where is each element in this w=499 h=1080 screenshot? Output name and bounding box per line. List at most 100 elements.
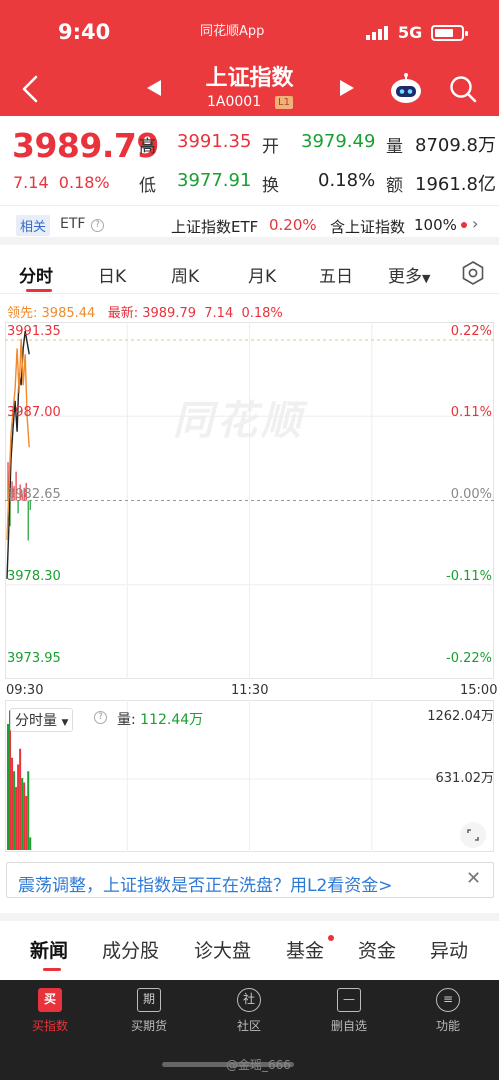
tab-movement[interactable]: 异动 xyxy=(430,936,468,963)
nav-buy-index[interactable]: 买 买指数 xyxy=(10,988,90,1034)
nav-community[interactable]: 社 社区 xyxy=(209,988,289,1034)
tab-week-k[interactable]: 周K xyxy=(171,262,199,287)
latest-change: 7.14 xyxy=(204,306,234,321)
robot-assistant-icon[interactable] xyxy=(388,72,424,106)
nav-buy-futures[interactable]: 期 买期货 xyxy=(109,988,189,1034)
stock-code: 1A0001 xyxy=(207,94,262,110)
tab-day-k[interactable]: 日K xyxy=(98,262,126,287)
help-icon[interactable]: ? xyxy=(94,711,107,724)
nav-label: 删自选 xyxy=(330,1019,367,1033)
y-label-low: 3973.95 xyxy=(7,651,61,666)
volume-max-label: 1262.04万 xyxy=(427,709,494,724)
help-icon[interactable]: ? xyxy=(91,219,104,232)
etf-name[interactable]: 上证指数ETF xyxy=(171,216,258,237)
nav-label: 功能 xyxy=(435,1019,460,1033)
y-pct-high: 0.22% xyxy=(450,324,492,339)
tab-intraday[interactable]: 分时 xyxy=(19,262,53,287)
battery-icon xyxy=(431,25,468,41)
level-badge: L1 xyxy=(275,96,293,109)
tab-capital[interactable]: 资金 xyxy=(358,936,396,963)
menu-icon: ≡ xyxy=(436,988,460,1012)
next-stock-button[interactable] xyxy=(338,78,356,98)
nav-functions[interactable]: ≡ 功能 xyxy=(408,988,488,1034)
volume-mid-label: 631.02万 xyxy=(435,771,495,786)
volume-bar xyxy=(29,837,32,850)
intraday-price-chart[interactable] xyxy=(5,322,494,679)
volume-chart[interactable] xyxy=(5,700,494,852)
latest-value: 3989.79 xyxy=(142,306,196,321)
chart-settings-icon[interactable] xyxy=(461,261,485,285)
search-icon[interactable] xyxy=(449,75,477,103)
app-name: 同花顺App xyxy=(200,24,265,39)
volume-bar xyxy=(23,782,26,850)
caret-down-icon: ▼ xyxy=(61,718,69,728)
volume-bar xyxy=(7,723,10,850)
related-tag: 相关 xyxy=(16,215,51,236)
tab-five-day[interactable]: 五日 xyxy=(319,262,353,287)
volume-bar xyxy=(25,795,28,850)
promo-text[interactable]: 震荡调整，上证指数是否正在洗盘？用L2看资金> xyxy=(18,871,393,896)
section-divider xyxy=(0,913,499,921)
volume-readout-value: 112.44万 xyxy=(140,712,204,728)
weibo-watermark: @金瑶_666 xyxy=(226,1058,291,1072)
nav-label: 社区 xyxy=(236,1019,261,1033)
y-pct-lower: -0.11% xyxy=(446,569,492,584)
high-value: 3991.35 xyxy=(177,131,252,152)
caret-down-icon: ▼ xyxy=(422,272,431,285)
status-time: 9:40 xyxy=(58,20,111,44)
change-value: 7.14 xyxy=(13,173,49,192)
x-label-close: 15:00 xyxy=(460,683,498,698)
buy-icon: 买 xyxy=(38,988,62,1012)
amount-value: 1961.8亿 xyxy=(415,174,496,195)
tab-news[interactable]: 新闻 xyxy=(30,936,68,963)
turnover-value: 0.18% xyxy=(318,170,376,191)
volume-bar xyxy=(19,748,22,850)
tab-more-label: 更多 xyxy=(388,267,422,287)
volume-bar xyxy=(17,764,20,850)
latest-percent: 0.18% xyxy=(241,306,283,321)
volume-bar xyxy=(13,771,16,850)
tab-diagnose[interactable]: 诊大盘 xyxy=(194,936,251,963)
tab-fund[interactable]: 基金 xyxy=(286,936,324,963)
lead-label: 领先: xyxy=(7,306,38,321)
remove-icon: — xyxy=(337,988,361,1012)
y-label-lower: 3978.30 xyxy=(7,569,61,584)
volume-indicator-select[interactable]: 分时量 ▼ xyxy=(10,708,74,732)
change-percent: 0.18% xyxy=(58,173,110,192)
close-icon[interactable]: ✕ xyxy=(466,868,481,889)
page-title: 上证指数 xyxy=(205,66,294,91)
holding-name[interactable]: 含上证指数 xyxy=(330,216,405,237)
x-label-open: 09:30 xyxy=(6,683,44,698)
chevron-right-icon[interactable]: › xyxy=(472,214,478,233)
price-change: 7.14 0.18% xyxy=(13,173,110,192)
chart-legend: 领先: 3985.44 最新: 3989.79 7.14 0.18% xyxy=(7,302,283,321)
lead-value: 3985.44 xyxy=(41,306,96,321)
low-value: 3977.91 xyxy=(177,170,252,191)
y-label-upper: 3987.00 xyxy=(7,405,61,420)
holding-percent: 100% xyxy=(414,216,457,234)
volume-readout-label: 量: xyxy=(117,712,136,728)
tab-month-k[interactable]: 月K xyxy=(248,262,276,287)
tab-components[interactable]: 成分股 xyxy=(102,936,159,963)
open-label: 开 xyxy=(262,137,279,157)
y-pct-upper: 0.11% xyxy=(450,405,492,420)
nav-label: 买指数 xyxy=(31,1019,68,1033)
active-tab-indicator xyxy=(43,968,61,971)
tab-more[interactable]: 更多▼ xyxy=(388,262,430,287)
nav-remove-watchlist[interactable]: — 删自选 xyxy=(309,988,389,1034)
open-value: 3979.49 xyxy=(301,131,376,152)
network-label: 5G xyxy=(398,23,423,42)
y-label-high: 3991.35 xyxy=(7,324,61,339)
volume-value: 8709.8万 xyxy=(415,135,496,156)
amount-label: 额 xyxy=(386,176,403,196)
latest-label: 最新: xyxy=(107,306,139,321)
volume-readout: 量: 112.44万 xyxy=(117,709,203,729)
volume-bar xyxy=(11,757,14,850)
expand-icon[interactable] xyxy=(460,822,486,848)
notification-dot xyxy=(461,222,467,228)
nav-label: 买期货 xyxy=(130,1019,167,1033)
community-icon: 社 xyxy=(237,988,261,1012)
signal-icon xyxy=(366,26,388,40)
volume-bar xyxy=(15,786,18,850)
volume-select-label: 分时量 xyxy=(15,713,57,729)
